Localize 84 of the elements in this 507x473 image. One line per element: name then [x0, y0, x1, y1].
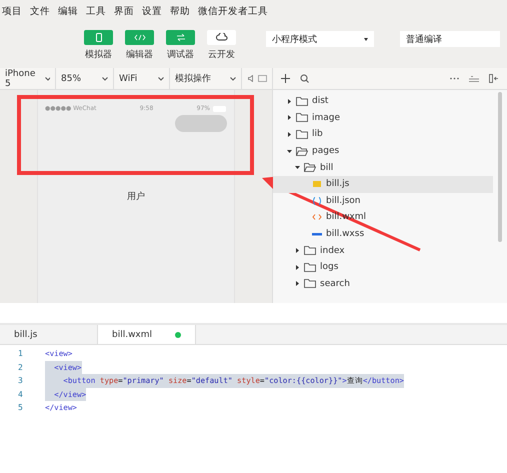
menu-item[interactable]: 帮助 — [170, 4, 190, 18]
caret-down-icon — [287, 148, 292, 154]
menu-item[interactable]: 微信开发者工具 — [198, 4, 268, 18]
line-number: 4 — [17, 390, 24, 399]
stylesheet-icon — [312, 230, 322, 238]
phone-icon — [96, 32, 102, 42]
add-icon[interactable] — [281, 74, 290, 83]
panel-icon[interactable] — [489, 74, 499, 83]
folder-icon — [304, 262, 316, 272]
toolbar-button[interactable]: 调试器 — [166, 30, 195, 60]
content-text: 用户 — [127, 190, 145, 203]
file-name: search — [320, 278, 350, 289]
tree-item[interactable]: bill.wxss — [273, 226, 493, 242]
line-number: 3 — [17, 376, 24, 386]
device-dropdown[interactable]: WiFi — [114, 68, 170, 89]
speaker-icon[interactable] — [248, 75, 252, 82]
braces-icon — [312, 196, 322, 205]
menu-item[interactable]: 编辑 — [58, 4, 78, 18]
file-name: bill.json — [326, 196, 360, 206]
device-dropdown[interactable]: 模拟操作 — [170, 68, 242, 89]
scrollbar[interactable] — [498, 92, 502, 242]
collapse-icon[interactable] — [469, 76, 479, 82]
toolbar-button[interactable]: 编辑器 — [125, 30, 154, 60]
toolbar-button[interactable]: 模拟器 — [84, 30, 113, 60]
folder-icon — [304, 163, 316, 172]
more-icon[interactable] — [450, 77, 459, 80]
editor-tab[interactable]: bill.wxml — [98, 325, 196, 344]
chevron-down-icon — [44, 76, 50, 80]
cloud-icon — [216, 33, 228, 41]
folder-icon — [296, 130, 308, 139]
search-icon[interactable] — [300, 74, 309, 83]
tree-item[interactable]: index — [273, 242, 493, 259]
compile-select[interactable]: 普通编译 — [400, 31, 500, 47]
caret-right-icon — [287, 132, 292, 137]
tree-item[interactable]: logs — [273, 258, 493, 276]
caret-right-icon — [287, 115, 292, 120]
menu-item[interactable]: 文件 — [30, 4, 50, 18]
file-name: image — [312, 112, 340, 123]
tree-item[interactable]: lib — [273, 126, 493, 143]
caret-down-icon — [295, 165, 300, 170]
file-name: bill.wxss — [326, 229, 364, 240]
folder-icon — [296, 146, 308, 156]
chevron-down-icon — [230, 76, 236, 80]
js-file-icon — [312, 180, 322, 188]
chevron-down-icon — [102, 76, 108, 80]
screen-icon[interactable] — [258, 75, 266, 82]
menu-item[interactable]: 设置 — [142, 4, 162, 18]
dropdown-icon — [364, 38, 368, 40]
caret-right-icon — [295, 248, 300, 254]
folder-icon — [296, 96, 308, 106]
tree-item[interactable]: image — [273, 110, 493, 126]
menu-item[interactable]: 界面 — [114, 4, 134, 18]
caret-right-icon — [295, 264, 300, 270]
folder-icon — [296, 113, 308, 122]
file-name: pages — [312, 146, 340, 156]
tree-item[interactable]: pages — [273, 142, 493, 160]
file-name: logs — [320, 262, 338, 272]
mode-select[interactable]: 小程序模式 — [266, 31, 374, 47]
folder-icon — [304, 279, 316, 288]
menu-item[interactable]: 工具 — [86, 4, 106, 18]
code-icon — [134, 34, 146, 40]
tree-item[interactable]: bill — [273, 159, 493, 176]
toolbar-button[interactable]: 云开发 — [207, 30, 236, 60]
device-dropdown[interactable]: iPhone 5 — [0, 68, 56, 89]
file-name: index — [320, 246, 345, 256]
line-number: 1 — [17, 349, 24, 358]
line-number: 2 — [17, 362, 24, 372]
tree-item[interactable]: search — [273, 276, 493, 292]
code-icon — [312, 213, 322, 222]
folder-icon — [304, 246, 316, 256]
file-name: bill.js — [326, 179, 350, 190]
file-name: bill — [320, 162, 334, 173]
file-name: lib — [312, 129, 323, 140]
device-dropdown[interactable]: 85% — [56, 68, 114, 89]
file-name: dist — [312, 96, 328, 106]
caret-right-icon — [295, 281, 300, 286]
menu-item[interactable]: 项目 — [2, 4, 22, 18]
tree-item[interactable]: dist — [273, 93, 493, 110]
chevron-down-icon — [158, 76, 164, 80]
caret-right-icon — [287, 98, 292, 104]
tree-item[interactable]: bill.json — [273, 192, 493, 210]
line-number: 5 — [17, 403, 24, 412]
swap-icon — [176, 34, 184, 40]
tree-item[interactable]: bill.js — [273, 176, 493, 193]
